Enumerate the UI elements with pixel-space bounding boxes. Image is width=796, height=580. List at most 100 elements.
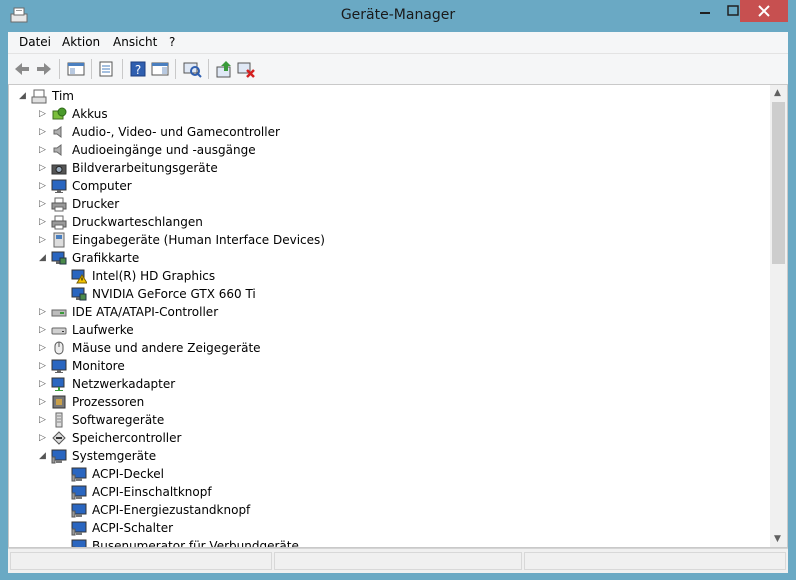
show-hide-console-tree-icon[interactable] [66,59,86,79]
menu-datei[interactable]: Datei [19,35,51,49]
expand-arrow-icon[interactable]: ▷ [39,180,49,192]
vertical-scrollbar[interactable]: ▲ ▼ [770,84,788,548]
collapse-arrow-icon[interactable]: ◢ [39,252,49,264]
expand-arrow-icon[interactable]: ▷ [39,162,49,174]
tree-item-acpi-energiezustandknopf[interactable]: ACPI-Energiezustandknopf [9,501,769,519]
monitor-icon [51,359,67,373]
toolbar-separator [208,59,209,79]
tree-item-drucker[interactable]: ▷ Drucker [9,195,769,213]
expand-arrow-icon[interactable]: ▷ [39,126,49,138]
menu-help[interactable]: ? [169,35,175,49]
tree-item-label: Audio-, Video- und Gamecontroller [72,125,280,139]
close-icon[interactable] [740,0,788,22]
collapse-arrow-icon[interactable]: ◢ [39,450,49,462]
tree-item-netzwerkadapter[interactable]: ▷ Netzwerkadapter [9,375,769,393]
printer-icon [51,215,67,230]
tree-item-label: Busenumerator für Verbundgeräte [92,539,299,548]
update-driver-icon[interactable] [214,59,234,79]
tree-item-computer[interactable]: ▷ Computer [9,177,769,195]
tree-item-label: Eingabegeräte (Human Interface Devices) [72,233,325,247]
toolbar-separator [91,59,92,79]
status-cell [10,552,272,570]
tree-item-laufwerke[interactable]: ▷ Laufwerke [9,321,769,339]
tree-item-bildverarbeitungsgeräte[interactable]: ▷ Bildverarbeitungsgeräte [9,159,769,177]
toolbar-separator [122,59,123,79]
printer-icon [51,197,67,212]
expand-arrow-icon[interactable]: ▷ [39,396,49,408]
display-adapter-icon [51,251,67,265]
tree-item-label: ACPI-Schalter [92,521,174,535]
tree-item-intel-r-hd-graphics[interactable]: Intel(R) HD Graphics [9,267,769,285]
expand-arrow-icon[interactable]: ▷ [39,198,49,210]
expand-arrow-icon[interactable]: ▷ [39,144,49,156]
properties-icon[interactable] [96,59,116,79]
action-pane-icon[interactable] [150,59,170,79]
tree-item-label: Tim [52,89,74,103]
hid-icon [53,232,65,248]
tree-item-druckwarteschlangen[interactable]: ▷ Druckwarteschlangen [9,213,769,231]
tree-item-busenumerator-für-verbundgeräte[interactable]: Busenumerator für Verbundgeräte [9,537,769,548]
expand-arrow-icon[interactable]: ▷ [39,234,49,246]
expand-arrow-icon[interactable]: ▷ [39,342,49,354]
system-device-icon [71,467,87,482]
tree-item-label: ACPI-Deckel [92,467,164,481]
menu-ansicht[interactable]: Ansicht [113,35,157,49]
tree-item-speichercontroller[interactable]: ▷ Speichercontroller [9,429,769,447]
tree-item-softwaregeräte[interactable]: ▷ Softwaregeräte [9,411,769,429]
system-device-icon [71,485,87,500]
tree-item-systemgeräte[interactable]: ◢ Systemgeräte [9,447,769,465]
system-device-icon [51,449,67,464]
tree-item-label: Softwaregeräte [72,413,165,427]
collapse-arrow-icon[interactable]: ◢ [19,90,29,102]
tree-item-label: ACPI-Energiezustandknopf [92,503,251,517]
toolbar-separator [59,59,60,79]
tree-item-label: Computer [72,179,132,193]
title-bar[interactable]: Geräte-Manager [0,0,796,32]
scrollbar-thumb[interactable] [772,102,785,264]
tree-item-grafikkarte[interactable]: ◢ Grafikkarte [9,249,769,267]
tree-item-akkus[interactable]: ▷ Akkus [9,105,769,123]
expand-arrow-icon[interactable]: ▷ [39,360,49,372]
tree-item-label: Mäuse und andere Zeigegeräte [72,341,261,355]
tree-item-acpi-einschaltknopf[interactable]: ACPI-Einschaltknopf [9,483,769,501]
scroll-up-icon[interactable]: ▲ [774,88,781,98]
speaker-icon [53,144,62,156]
tree-item-nvidia-geforce-gtx-660-ti[interactable]: NVIDIA GeForce GTX 660 Ti [9,285,769,303]
device-tree[interactable]: ◢ Tim ▷ Akkus ▷ Audio-, Video- und Gamecontro… [8,84,770,548]
menu-aktion[interactable]: Aktion [62,35,100,49]
tree-item-ide-ata-atapi-controller[interactable]: ▷ IDE ATA/ATAPI-Controller [9,303,769,321]
tree-item-label: ACPI-Einschaltknopf [92,485,212,499]
scan-hardware-icon[interactable] [182,59,202,79]
expand-arrow-icon[interactable]: ▷ [39,108,49,120]
expand-arrow-icon[interactable]: ▷ [39,306,49,318]
expand-arrow-icon[interactable]: ▷ [39,378,49,390]
tree-item-mäuse-und-andere-zeigegeräte[interactable]: ▷ Mäuse und andere Zeigegeräte [9,339,769,357]
tree-item-audioeingänge-und-ausgänge[interactable]: ▷ Audioeingänge und -ausgänge [9,141,769,159]
software-device-icon [55,412,63,428]
display-adapter-icon [71,287,87,301]
tree-item-acpi-schalter[interactable]: ACPI-Schalter [9,519,769,537]
computer-root-icon [31,89,47,104]
tree-item-acpi-deckel[interactable]: ACPI-Deckel [9,465,769,483]
tree-item-label: NVIDIA GeForce GTX 660 Ti [92,287,256,301]
expand-arrow-icon[interactable]: ▷ [39,216,49,228]
tree-item-eingabegeräte-human-interface-devices[interactable]: ▷ Eingabegeräte (Human Interface Devices) [9,231,769,249]
tree-item-audio-video-und-gamecontroller[interactable]: ▷ Audio-, Video- und Gamecontroller [9,123,769,141]
back-icon[interactable] [12,59,32,79]
tree-item-label: Bildverarbeitungsgeräte [72,161,218,175]
help-icon[interactable]: ? [128,59,148,79]
minimize-icon[interactable] [690,0,720,22]
tree-item-label: Audioeingänge und -ausgänge [72,143,256,157]
storage-controller-icon [52,431,66,445]
expand-arrow-icon[interactable]: ▷ [39,414,49,426]
tree-item-label: Intel(R) HD Graphics [92,269,216,283]
expand-arrow-icon[interactable]: ▷ [39,324,49,336]
tree-item-tim[interactable]: ◢ Tim [9,87,769,105]
tree-item-prozessoren[interactable]: ▷ Prozessoren [9,393,769,411]
device-manager-window: Geräte-Manager Datei Aktion Ansicht ? ? … [0,0,796,580]
expand-arrow-icon[interactable]: ▷ [39,432,49,444]
forward-icon[interactable] [34,59,54,79]
disable-device-icon[interactable] [236,59,256,79]
tree-item-monitore[interactable]: ▷ Monitore [9,357,769,375]
scroll-down-icon[interactable]: ▼ [774,534,781,544]
